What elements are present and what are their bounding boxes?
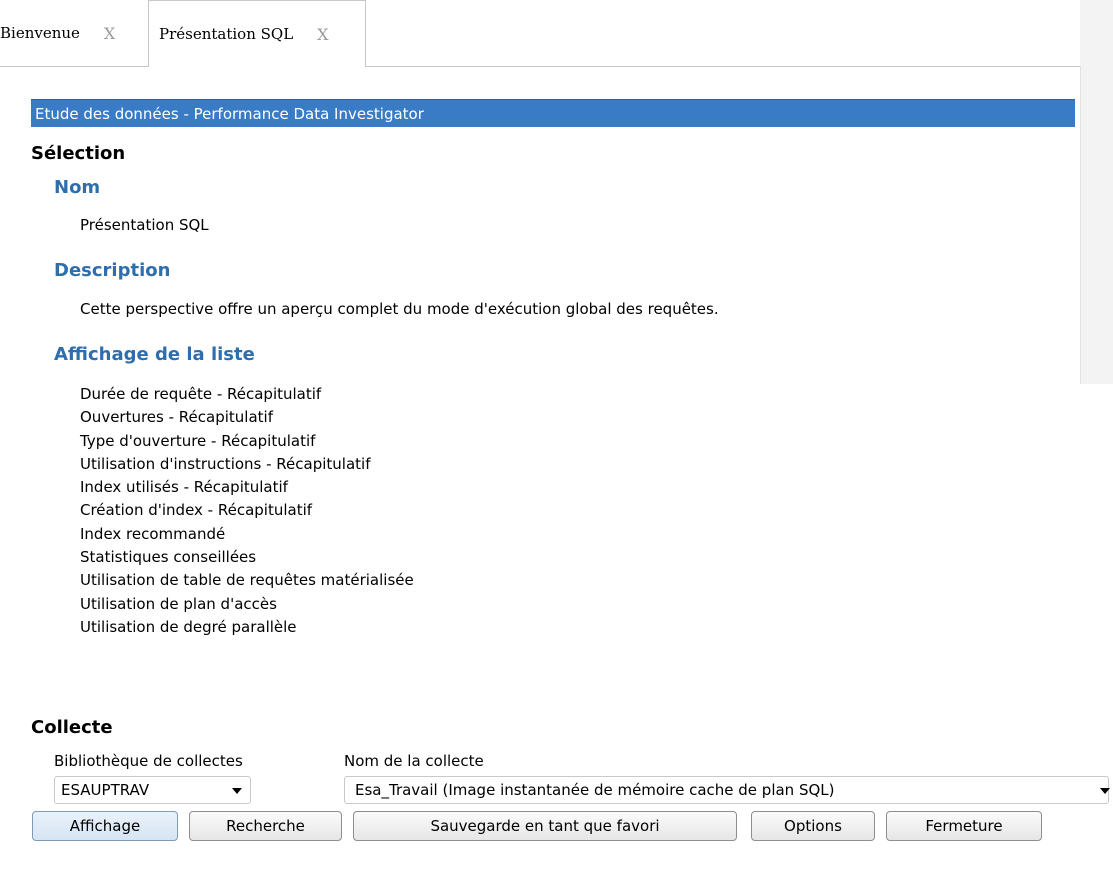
tab-welcome[interactable]: Bienvenue X <box>0 0 145 66</box>
display-list: Durée de requête - Récapitulatif Ouvertu… <box>80 383 414 639</box>
list-item: Index recommandé <box>80 524 226 543</box>
collection-name-select-value: Esa_Travail (Image instantanée de mémoir… <box>355 781 835 799</box>
list-item: Ouvertures - Récapitulatif <box>80 408 273 427</box>
collection-heading: Collecte <box>31 717 113 738</box>
name-label: Nom <box>54 177 101 198</box>
display-button[interactable]: Affichage <box>32 811 178 841</box>
save-favorite-button[interactable]: Sauvegarde en tant que favori <box>353 811 737 841</box>
description-label: Description <box>54 260 171 281</box>
side-pane <box>1080 0 1113 384</box>
collection-name-select[interactable]: Esa_Travail (Image instantanée de mémoir… <box>344 776 1110 804</box>
list-item: Utilisation d'instructions - Récapitulat… <box>80 454 371 473</box>
chevron-down-icon <box>1100 788 1110 794</box>
list-item: Statistiques conseillées <box>80 548 257 567</box>
tab-sql-overview[interactable]: Présentation SQL X <box>148 0 366 67</box>
close-icon[interactable]: X <box>317 25 328 44</box>
list-display-label: Affichage de la liste <box>54 344 255 365</box>
list-item: Type d'ouverture - Récapitulatif <box>80 431 316 450</box>
library-select-value: ESAUPTRAV <box>61 781 150 799</box>
tab-welcome-label: Bienvenue <box>0 24 80 42</box>
panel-title: Etude des données - Performance Data Inv… <box>31 99 1075 127</box>
list-item: Utilisation de plan d'accès <box>80 594 277 613</box>
name-value: Présentation SQL <box>80 216 209 234</box>
list-item: Utilisation de degré parallèle <box>80 617 297 636</box>
library-select[interactable]: ESAUPTRAV <box>54 776 251 804</box>
collection-name-label: Nom de la collecte <box>344 752 484 770</box>
list-item: Index utilisés - Récapitulatif <box>80 478 288 497</box>
list-item: Création d'index - Récapitulatif <box>80 501 313 520</box>
tab-bar: Bienvenue X Présentation SQL X <box>0 0 1080 67</box>
library-label: Bibliothèque de collectes <box>54 752 243 770</box>
search-button[interactable]: Recherche <box>189 811 342 841</box>
list-item: Utilisation de table de requêtes matéria… <box>80 571 414 590</box>
close-button[interactable]: Fermeture <box>886 811 1042 841</box>
list-item: Durée de requête - Récapitulatif <box>80 385 322 403</box>
selection-heading: Sélection <box>31 143 126 164</box>
chevron-down-icon <box>232 788 242 794</box>
description-value: Cette perspective offre un aperçu comple… <box>80 300 719 318</box>
tab-sql-overview-label: Présentation SQL <box>159 25 294 43</box>
divider <box>1080 66 1081 384</box>
options-button[interactable]: Options <box>751 811 875 841</box>
close-icon[interactable]: X <box>104 24 115 43</box>
